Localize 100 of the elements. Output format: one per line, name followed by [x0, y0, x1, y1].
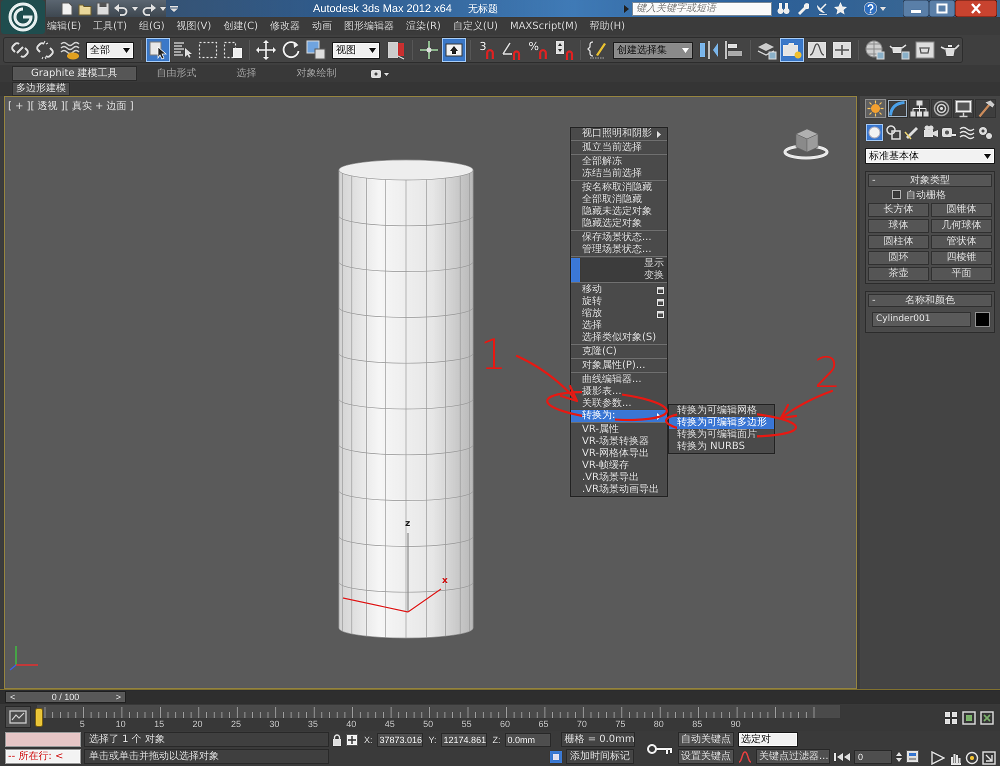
key-icon[interactable] — [647, 742, 673, 756]
app-logo-icon[interactable] — [1, 0, 45, 34]
material-sphere-icon[interactable] — [863, 38, 887, 62]
object-type-button[interactable]: 圆环 — [868, 251, 929, 265]
redo-icon[interactable] — [142, 2, 156, 16]
shapes-icon[interactable] — [884, 124, 902, 141]
save-icon[interactable] — [96, 2, 110, 16]
script-input-field[interactable] — [5, 732, 81, 747]
menu-item[interactable]: 帮助(H) — [590, 19, 626, 33]
menu-item[interactable]: 旋转 — [571, 296, 667, 308]
coord-field[interactable]: 12174.861 — [440, 732, 487, 746]
menu-item[interactable]: 管理场景状态... — [571, 244, 667, 256]
key-set-dropdown[interactable]: 选定对 — [738, 732, 798, 747]
ribbon-tab[interactable]: Graphite 建模工具 — [12, 66, 137, 81]
caret-icon[interactable] — [160, 6, 166, 10]
caret-icon[interactable] — [880, 6, 886, 10]
menu-item[interactable]: 选择 — [571, 320, 667, 332]
help-icon[interactable] — [864, 2, 877, 15]
menu-item[interactable]: 渲染(R) — [406, 19, 441, 33]
expand-arrow-icon[interactable] — [624, 4, 629, 12]
sun-icon[interactable] — [865, 99, 886, 118]
ribbon-panel-tab[interactable]: 多边形建模 — [12, 82, 70, 96]
maximize-toggle-icon[interactable] — [982, 750, 996, 764]
restore-icon[interactable] — [929, 0, 955, 17]
menu-item[interactable]: 克隆(C) — [571, 346, 667, 358]
script-output-field[interactable]: -- 所在行: < — [5, 749, 81, 764]
zoom-extents-icon[interactable] — [962, 711, 976, 725]
hierarchy-icon[interactable] — [909, 99, 930, 118]
menu-item[interactable]: 按名称取消隐藏 — [571, 182, 667, 194]
frame-field[interactable]: 0 — [854, 750, 892, 764]
viewport-label[interactable]: [ + ][ 透视 ][ 真实 + 边面 ] — [8, 99, 134, 113]
triangle-icon[interactable] — [931, 750, 945, 764]
checkbox[interactable] — [892, 190, 901, 199]
menu-item[interactable]: 保存场景状态... — [571, 232, 667, 244]
options-box-icon[interactable] — [657, 298, 664, 306]
snap-toggle[interactable]: % — [524, 38, 551, 62]
menu-item[interactable]: VR-属性 — [571, 424, 667, 436]
object-type-button[interactable]: 几何球体 — [931, 219, 992, 233]
menu-item[interactable]: 编辑(E) — [47, 19, 82, 33]
orbit-icon[interactable] — [965, 750, 979, 764]
time-tag-button[interactable]: 添加时间标记 — [566, 749, 634, 764]
menu-item[interactable]: 摄影表... — [571, 386, 667, 398]
close-icon[interactable] — [955, 0, 997, 17]
object-type-button[interactable]: 球体 — [868, 219, 929, 233]
go-to-start-icon[interactable] — [834, 752, 850, 762]
minimize-icon[interactable] — [903, 0, 929, 17]
options-box-icon[interactable] — [657, 286, 664, 294]
wrench-icon[interactable] — [796, 2, 809, 15]
coord-field[interactable]: 37873.016 — [376, 732, 423, 746]
snap-toggle[interactable]: 3 — [475, 38, 498, 62]
rollout-header[interactable]: - 对象类型 — [868, 174, 992, 187]
key-filters-button[interactable]: 关键点过滤器... — [756, 749, 830, 764]
target-icon[interactable] — [931, 99, 952, 118]
toolbar-dropdown[interactable]: 视图 — [332, 42, 380, 58]
ribbon-tab[interactable]: 对象绘制 — [276, 66, 357, 81]
panel-options-icon[interactable] — [370, 70, 389, 78]
auto-key-button[interactable]: 自动关键点 — [678, 732, 734, 747]
object-type-button[interactable]: 茶壶 — [868, 267, 929, 281]
previous-frame-button[interactable]: < — [10, 692, 16, 702]
time-config-icon[interactable] — [906, 750, 919, 763]
sphere-icon[interactable] — [866, 124, 883, 141]
zoom-extents-all-icon[interactable] — [980, 711, 994, 725]
menu-item[interactable]: 修改器 — [270, 19, 300, 33]
menu-item[interactable]: 组(G) — [139, 19, 165, 33]
timeline-ruler[interactable] — [37, 705, 840, 718]
menu-item[interactable]: 缩放 — [571, 308, 667, 320]
transform-mode-icon[interactable] — [346, 734, 358, 746]
object-type-button[interactable]: 平面 — [931, 267, 992, 281]
viewport[interactable] — [4, 96, 857, 689]
mirror-icon[interactable] — [697, 38, 721, 62]
object-type-button[interactable]: 管状体 — [931, 235, 992, 249]
spinner-icon[interactable] — [896, 750, 902, 762]
light-cone-icon[interactable] — [903, 124, 920, 141]
color-swatch[interactable] — [975, 312, 990, 327]
customize-caret-icon[interactable] — [170, 6, 178, 12]
ribbon-tab[interactable]: 自由形式 — [136, 66, 217, 81]
named-selection-field[interactable]: 创建选择集 — [612, 42, 693, 58]
time-tag-icon[interactable] — [550, 750, 562, 762]
view-cube-icon[interactable] — [783, 126, 829, 160]
arc-icon[interactable] — [887, 99, 908, 118]
caret-icon[interactable] — [132, 6, 138, 10]
lock-icon[interactable] — [332, 734, 342, 746]
search-field[interactable]: 键入关键字或短语 — [632, 2, 772, 16]
move-icon[interactable] — [254, 38, 278, 62]
rollout-header[interactable]: - 名称和颜色 — [868, 294, 992, 307]
coord-field[interactable]: 0.0mm — [504, 732, 551, 746]
menu-item[interactable]: 图形编辑器 — [344, 19, 394, 33]
object-type-button[interactable]: 长方体 — [868, 203, 929, 217]
time-marker-icon[interactable] — [35, 708, 43, 727]
menu-item[interactable]: 视口照明和阴影 — [571, 128, 667, 140]
menu-item[interactable]: 冻结当前选择 — [571, 168, 667, 180]
star-icon[interactable] — [834, 2, 847, 15]
next-frame-button[interactable]: > — [116, 692, 121, 702]
menu-item[interactable]: 动画 — [312, 19, 332, 33]
menu-item[interactable]: 自定义(U) — [452, 19, 498, 33]
menu-item[interactable]: 工具(T) — [93, 19, 128, 33]
four-squares-icon[interactable] — [944, 711, 958, 725]
mini-curve-editor-icon[interactable] — [5, 706, 31, 728]
set-key-button[interactable]: 设置关键点 — [678, 749, 734, 764]
menu-item[interactable]: 创建(C) — [223, 19, 258, 33]
